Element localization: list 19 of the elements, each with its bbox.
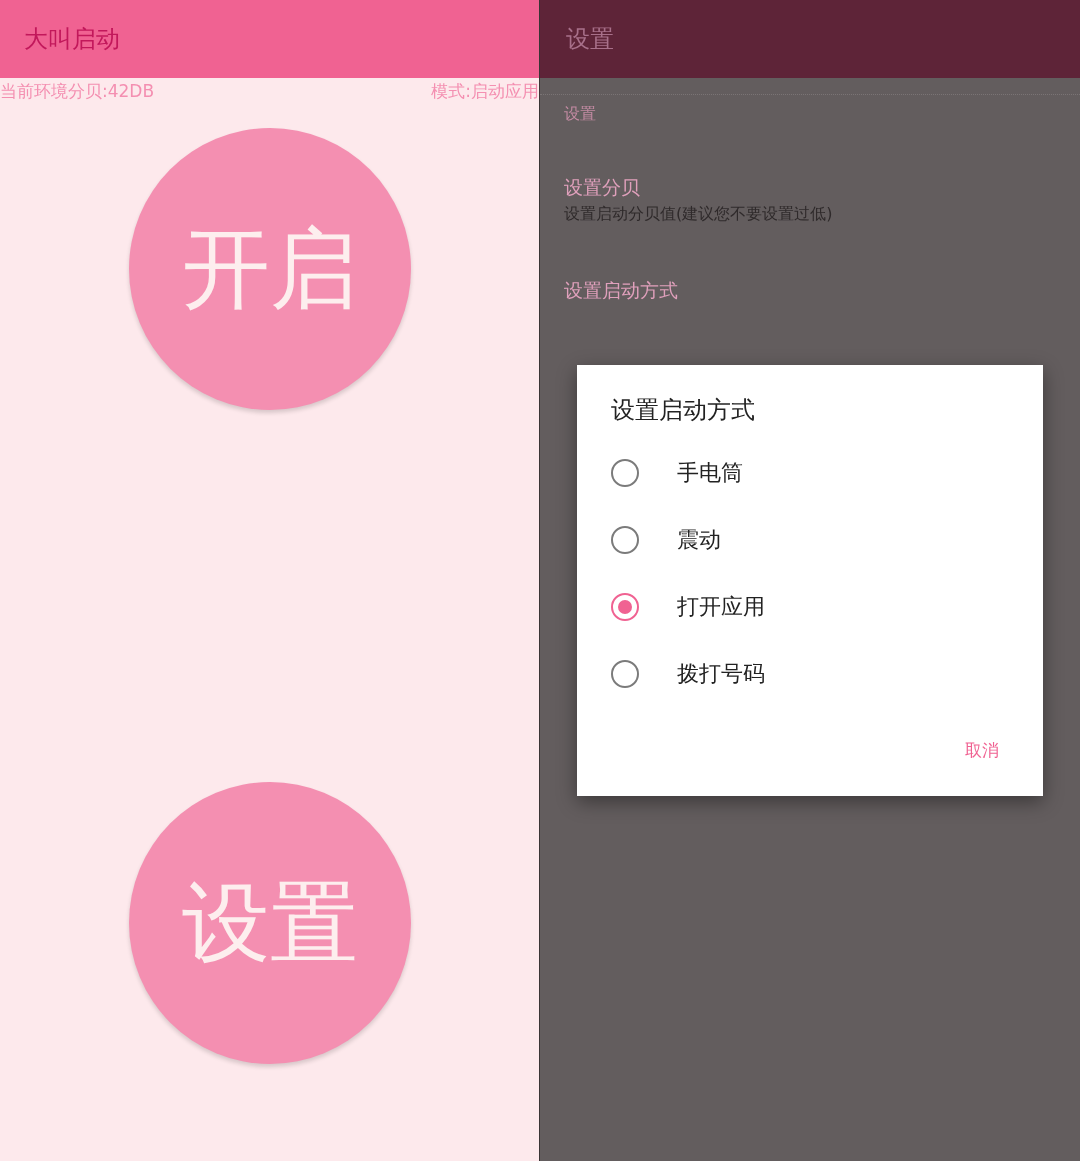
settings-title: 设置 (566, 24, 614, 55)
radio-button[interactable] (611, 592, 639, 621)
radio-option[interactable]: 拨打号码 (611, 640, 811, 707)
cancel-button[interactable]: 取消 (961, 735, 1003, 766)
start-button[interactable]: 开启 (128, 128, 411, 410)
radio-option[interactable]: 打开应用 (611, 573, 811, 640)
radio-button[interactable] (611, 525, 639, 554)
decibel-reading: 当前环境分贝:42DB (0, 80, 155, 103)
radio-button[interactable] (611, 659, 639, 688)
setting-title[interactable]: 设置启动方式 (564, 276, 678, 304)
category-header: 设置 (563, 103, 596, 125)
radio-option[interactable]: 手电筒 (611, 439, 811, 506)
radio-option[interactable]: 震动 (611, 506, 811, 573)
mode-label: 模式:启动应用 (431, 80, 539, 103)
app-title: 大叫启动 (24, 24, 120, 55)
setting-title[interactable]: 设置分贝 (564, 173, 640, 201)
radio-button[interactable] (611, 458, 639, 487)
settings-button[interactable]: 设置 (128, 782, 411, 1064)
dialog-title: 设置启动方式 (611, 395, 755, 426)
